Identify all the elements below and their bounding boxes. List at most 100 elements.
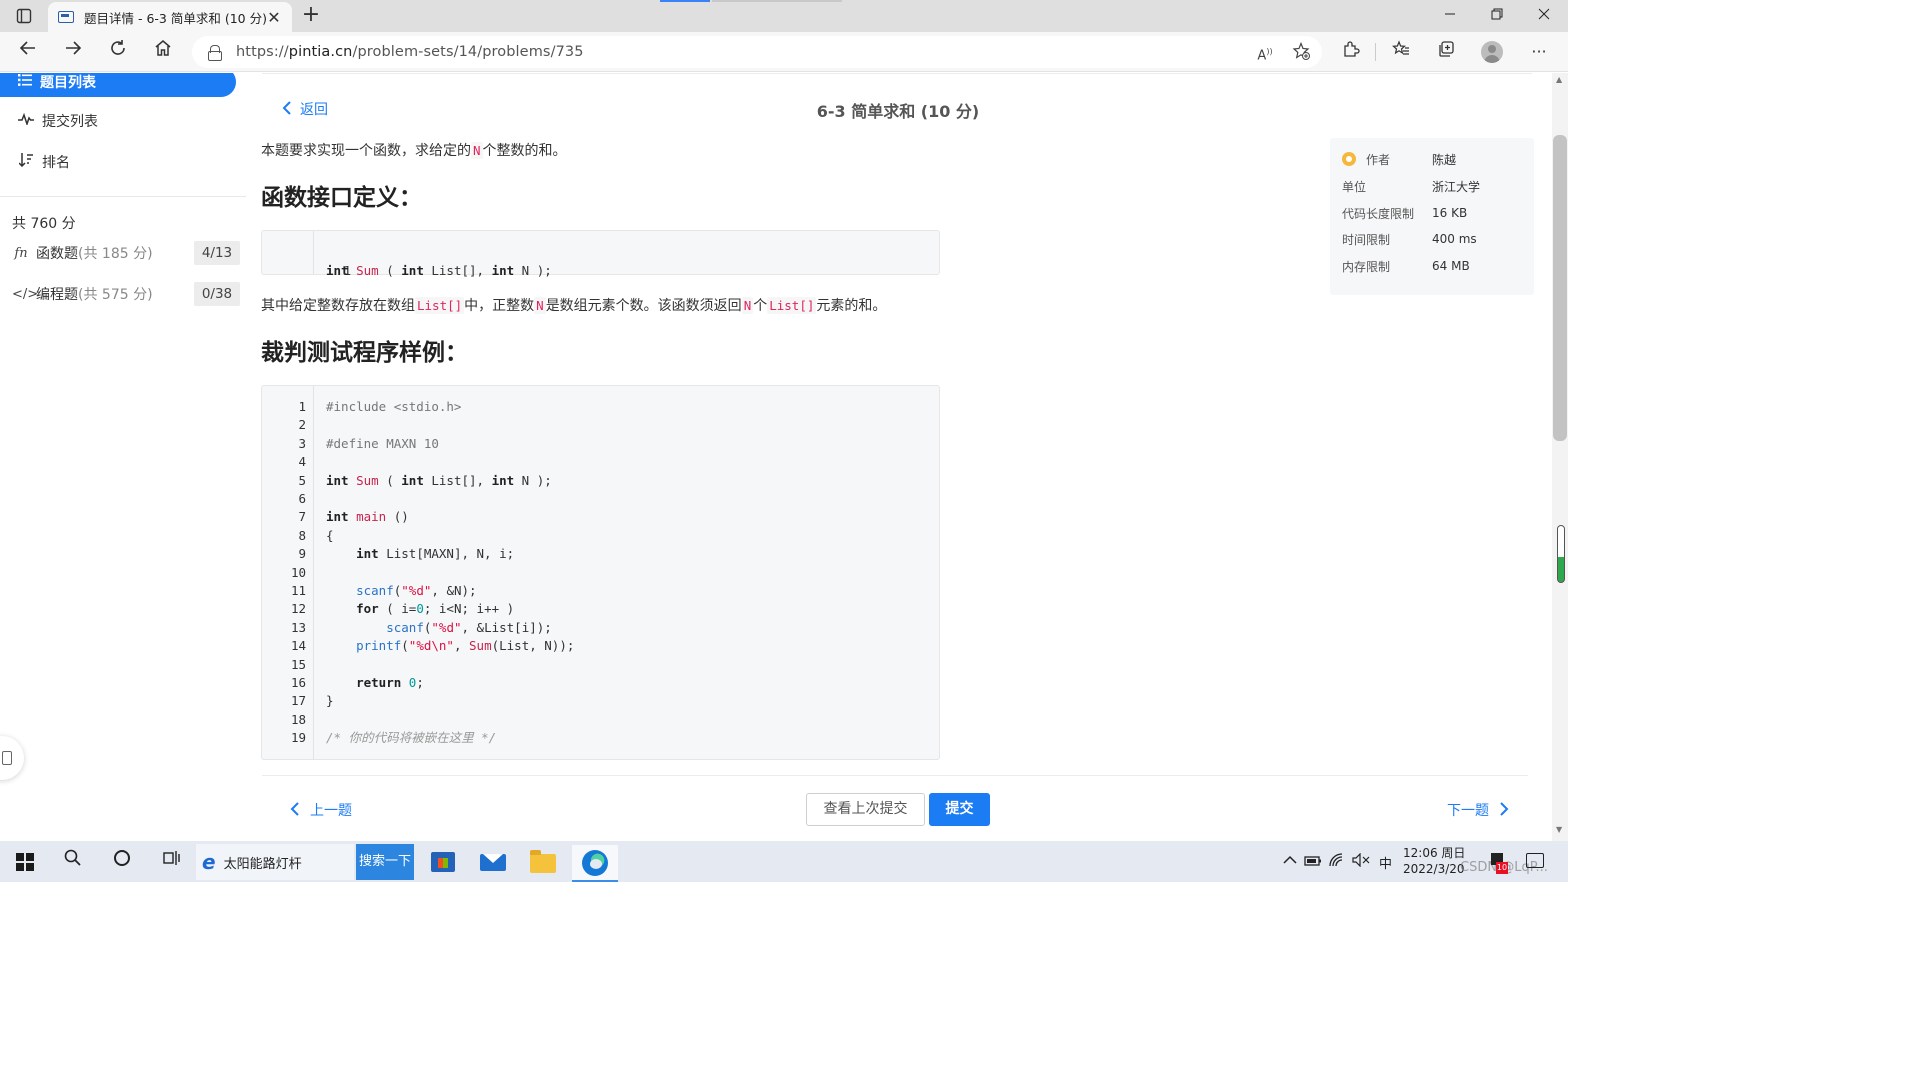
code-line: 19 /* 你的代码将被嵌在这里 */ <box>262 729 941 747</box>
category-function-problems[interactable]: fn 函数题 (共 185 分) 4/13 <box>12 241 240 265</box>
url-host: pintia.cn <box>288 44 353 60</box>
content-divider-top <box>262 73 1532 74</box>
code-line: 6 <box>262 490 941 508</box>
read-aloud-icon[interactable]: A)) <box>1254 42 1276 64</box>
profile-avatar-icon[interactable] <box>1481 41 1503 63</box>
read-aloud-glyph: A <box>1257 48 1267 64</box>
line-number: 9 <box>298 546 306 562</box>
lock-icon[interactable] <box>208 45 222 61</box>
intro-text: 本题要求实现一个函数，求给定的 <box>261 143 471 159</box>
notification-count-badge: 10 <box>1496 862 1508 874</box>
author-badge-icon <box>1342 152 1356 166</box>
collections-icon[interactable] <box>1433 40 1459 64</box>
next-problem-link[interactable]: 下一题 <box>1447 800 1509 820</box>
category-score: (共 575 分) <box>78 287 153 303</box>
scroll-thumb[interactable] <box>1553 135 1567 441</box>
problem-info-panel: 作者 陈越 单位 浙江大学 代码长度限制 16 KB 时间限制 400 ms 内… <box>1330 138 1534 295</box>
ime-indicator[interactable]: 中 <box>1379 853 1392 872</box>
sidebar-toggle-icon[interactable] <box>0 736 24 780</box>
code-line: 18 <box>262 711 941 729</box>
interface-code-block: 1 int Sum ( int List[], int N ); <box>261 230 940 278</box>
clock-date: 2022/3/20 <box>1403 862 1465 876</box>
sample-code-block: 1 #include <stdio.h> 2 3 #define MAXN 10 4 5 in… <box>261 385 940 760</box>
inline-code: N <box>471 142 483 159</box>
prev-problem-link[interactable]: 上一题 <box>290 800 352 820</box>
forward-arrow-icon[interactable] <box>58 38 88 66</box>
code-source: int Sum ( int List[], int N ); <box>326 472 552 488</box>
tab-bar: 题目详情 - 6-3 简单求和 (10 分) ✕ + <box>0 0 1568 32</box>
line-number: 12 <box>290 601 306 617</box>
system-clock[interactable]: 12:06 周日 2022/3/20 <box>1403 845 1465 877</box>
close-window-button[interactable] <box>1521 4 1567 28</box>
minimize-button[interactable] <box>1427 4 1473 28</box>
mail-icon[interactable] <box>476 845 510 879</box>
desc-text: 其中给定整数存放在数组 <box>261 298 415 314</box>
sidebar: 题目列表 提交列表 排名 共 760 分 fn 函数题 (共 185 分) 4/… <box>0 73 246 841</box>
windows-start-icon[interactable] <box>16 853 34 871</box>
info-value: 16 KB <box>1432 206 1468 220</box>
windows-taskbar: e 太阳能路灯杆 搜索一下 中 12:06 周日 2022/3/20 CSDN … <box>0 841 1568 882</box>
taskbar-search-button[interactable]: 搜索一下 <box>356 844 414 880</box>
info-value: 64 MB <box>1432 259 1470 273</box>
address-bar[interactable]: https://pintia.cn/problem-sets/14/proble… <box>192 36 1322 68</box>
home-icon[interactable] <box>148 38 178 66</box>
tab-problem-detail[interactable]: 题目详情 - 6-3 简单求和 (10 分) ✕ <box>48 2 292 32</box>
tab-actions-icon[interactable] <box>10 5 38 27</box>
heading-function-interface: 函数接口定义： <box>261 185 422 211</box>
view-last-submission-button[interactable]: 查看上次提交 <box>806 793 925 826</box>
more-menu-icon[interactable]: ··· <box>1526 40 1552 64</box>
refresh-icon[interactable] <box>103 38 133 66</box>
cortana-icon[interactable] <box>109 849 135 875</box>
task-view-icon[interactable] <box>158 849 184 875</box>
line-number: 19 <box>290 730 306 746</box>
file-explorer-icon[interactable] <box>526 845 560 879</box>
toolbar-divider <box>1375 43 1376 61</box>
sidebar-item-submissions[interactable]: 提交列表 <box>0 107 240 135</box>
function-icon: fn <box>14 245 28 261</box>
scroll-down-arrow-icon[interactable]: ▼ <box>1556 825 1562 834</box>
sidebar-item-problem-list[interactable]: 题目列表 <box>0 73 236 97</box>
sidebar-item-label: 排名 <box>42 155 70 171</box>
store-icon[interactable] <box>426 845 460 879</box>
category-label: 函数题 <box>36 246 78 262</box>
favorites-icon[interactable] <box>1388 40 1414 64</box>
extensions-icon[interactable] <box>1338 40 1364 64</box>
battery-icon[interactable] <box>1300 849 1326 875</box>
taskbar-ie-search[interactable]: e 太阳能路灯杆 <box>196 844 354 880</box>
code-line: 9 int List[MAXN], N, i; <box>262 545 941 563</box>
line-number: 8 <box>298 527 306 543</box>
total-score: 共 760 分 <box>12 216 76 232</box>
action-center-icon[interactable] <box>1526 853 1544 868</box>
prev-label: 上一题 <box>310 803 352 819</box>
new-tab-button[interactable]: + <box>298 3 324 29</box>
pulse-icon <box>18 112 34 129</box>
tab-title: 题目详情 - 6-3 简单求和 (10 分) <box>84 10 266 26</box>
desc-text: 元素的和。 <box>816 298 887 314</box>
code-source: /* 你的代码将被嵌在这里 */ <box>326 730 497 746</box>
chevron-left-icon <box>282 100 292 119</box>
code-line: 7 int main () <box>262 508 941 526</box>
line-number: 17 <box>290 693 306 709</box>
line-number: 13 <box>290 619 306 635</box>
restore-button[interactable] <box>1474 4 1520 28</box>
info-label: 单位 <box>1342 179 1367 194</box>
category-programming-problems[interactable]: </> 编程题 (共 575 分) 0/38 <box>12 282 240 306</box>
submit-button[interactable]: 提交 <box>929 793 990 826</box>
info-label: 时间限制 <box>1342 232 1391 247</box>
url-text[interactable]: https://pintia.cn/problem-sets/14/proble… <box>236 44 584 60</box>
code-source: int main () <box>326 509 409 525</box>
back-link[interactable]: 返回 <box>282 99 328 119</box>
vertical-scrollbar[interactable]: ▲ ▼ <box>1552 73 1568 841</box>
edge-browser-icon[interactable] <box>572 845 618 882</box>
info-value: 浙江大学 <box>1432 179 1481 194</box>
search-icon[interactable] <box>60 849 86 875</box>
tab-close-icon[interactable]: ✕ <box>266 8 282 27</box>
url-prefix: https:// <box>236 44 289 60</box>
desc-text: 个 <box>753 298 768 314</box>
code-icon: </> <box>12 286 39 302</box>
add-favorite-icon[interactable] <box>1290 41 1312 62</box>
back-arrow-icon[interactable] <box>13 38 43 66</box>
sidebar-item-ranking[interactable]: 排名 <box>0 148 240 176</box>
volume-muted-icon[interactable] <box>1348 849 1374 875</box>
scroll-up-arrow-icon[interactable]: ▲ <box>1556 75 1562 84</box>
